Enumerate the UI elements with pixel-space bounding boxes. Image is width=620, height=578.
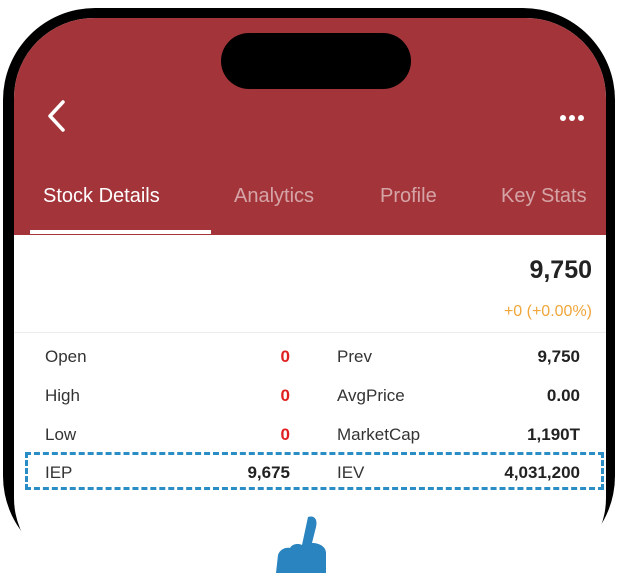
stat-value-low: 0: [280, 425, 290, 444]
stat-value-open: 0: [280, 347, 290, 366]
stat-label-iev: IEV: [337, 463, 365, 482]
stat-value-iev: 4,031,200: [504, 463, 580, 482]
active-tab-indicator: [30, 230, 211, 234]
stat-label-prev: Prev: [337, 347, 372, 366]
tab-bar: Stock Details Analytics Profile Key Stat…: [14, 175, 606, 235]
last-price: 9,750: [529, 256, 592, 284]
back-button[interactable]: [36, 94, 76, 138]
stat-label-marketcap: MarketCap: [337, 425, 421, 444]
tab-profile[interactable]: Profile: [380, 175, 437, 235]
chevron-left-icon: [48, 100, 65, 132]
stat-label-high: High: [45, 386, 80, 405]
price-change: +0 (+0.00%): [503, 303, 592, 320]
stat-label-low: Low: [45, 425, 77, 444]
stat-label-avgprice: AvgPrice: [337, 386, 405, 405]
stat-label-open: Open: [45, 347, 87, 366]
stat-value-prev: 9,750: [537, 347, 580, 366]
dynamic-island: [221, 33, 411, 89]
stat-value-avgprice: 0.00: [546, 386, 580, 405]
stat-label-iep: IEP: [45, 463, 73, 482]
tab-stock-details[interactable]: Stock Details: [43, 175, 160, 235]
stats-row: Low 0 MarketCap 1,190T: [14, 416, 606, 454]
stat-value-high: 0: [280, 386, 290, 405]
app-header: Stock Details Analytics Profile Key Stat…: [14, 18, 606, 235]
stats-row: High 0 AvgPrice 0.00: [14, 377, 606, 415]
stats-row: IEP 9,675 IEV 4,031,200: [14, 454, 606, 492]
more-options-button[interactable]: [554, 104, 590, 132]
tab-analytics[interactable]: Analytics: [234, 175, 314, 235]
stats-row: Open 0 Prev 9,750: [14, 338, 606, 376]
tab-key-stats[interactable]: Key Stats: [501, 175, 587, 235]
divider: [14, 332, 606, 333]
pointing-hand-icon: [276, 516, 326, 573]
stat-value-marketcap: 1,190T: [527, 425, 580, 444]
stat-value-iep: 9,675: [247, 463, 290, 482]
ellipsis-icon: [560, 115, 584, 121]
app-screen: Stock Details Analytics Profile Key Stat…: [14, 18, 606, 578]
